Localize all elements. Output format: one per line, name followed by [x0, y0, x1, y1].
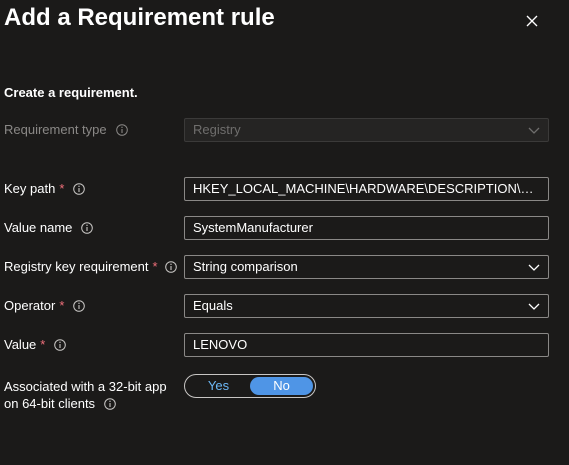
info-icon[interactable]: [81, 221, 94, 234]
panel-subtitle: Create a requirement.: [4, 85, 138, 100]
operator-dropdown[interactable]: Equals: [184, 294, 549, 318]
chevron-down-icon: [528, 303, 540, 310]
required-mark: *: [59, 298, 65, 313]
close-icon: [526, 15, 538, 27]
registry-key-requirement-label: Registry key requirement: [4, 259, 149, 274]
value-row: Value * LENOVO: [0, 333, 569, 357]
value-name-input[interactable]: SystemManufacturer: [184, 216, 549, 240]
value-name-label-group: Value name: [4, 220, 94, 235]
requirement-type-dropdown: Registry: [184, 118, 549, 142]
value-label: Value: [4, 337, 37, 352]
operator-label: Operator: [4, 298, 56, 313]
required-mark: *: [40, 337, 46, 352]
value-name-label: Value name: [4, 220, 73, 235]
key-path-label-group: Key path *: [4, 181, 86, 196]
info-icon[interactable]: [73, 299, 86, 312]
close-button[interactable]: [521, 10, 543, 32]
associated-32bit-label-line2: on 64-bit clients: [4, 396, 96, 411]
toggle-option-no[interactable]: No: [250, 377, 313, 395]
required-mark: *: [59, 181, 65, 196]
operator-row: Operator * Equals: [0, 294, 569, 318]
key-path-input[interactable]: HKEY_LOCAL_MACHINE\HARDWARE\DESCRIPTION\…: [184, 177, 549, 201]
registry-key-requirement-label-group: Registry key requirement *: [4, 259, 177, 274]
toggle-option-yes[interactable]: Yes: [187, 377, 250, 395]
operator-label-group: Operator *: [4, 298, 86, 313]
key-path-row: Key path * HKEY_LOCAL_MACHINE\HARDWARE\D…: [0, 177, 569, 201]
operator-value: Equals: [193, 298, 233, 313]
value-name-row: Value name SystemManufacturer: [0, 216, 569, 240]
registry-key-requirement-value: String comparison: [193, 259, 298, 274]
requirement-type-label: Requirement type: [4, 122, 107, 137]
associated-32bit-label-line1: Associated with a 32-bit app: [4, 379, 167, 394]
add-requirement-rule-panel: Add a Requirement rule Create a requirem…: [0, 0, 569, 465]
key-path-label: Key path: [4, 181, 56, 196]
requirement-type-label-group: Requirement type: [4, 122, 128, 137]
info-icon[interactable]: [115, 123, 128, 136]
panel-title: Add a Requirement rule: [4, 4, 275, 31]
info-icon[interactable]: [104, 397, 116, 410]
info-icon[interactable]: [164, 260, 177, 273]
info-icon[interactable]: [54, 338, 67, 351]
associated-32bit-label-line2-group: on 64-bit clients: [4, 395, 167, 412]
associated-32bit-toggle[interactable]: Yes No: [184, 374, 316, 398]
associated-32bit-label-group: Associated with a 32-bit app on 64-bit c…: [4, 378, 167, 412]
info-icon[interactable]: [73, 182, 86, 195]
chevron-down-icon: [528, 264, 540, 271]
requirement-type-row: Requirement type Registry: [0, 118, 569, 142]
requirement-type-value: Registry: [193, 122, 241, 137]
required-mark: *: [152, 259, 158, 274]
value-input[interactable]: LENOVO: [184, 333, 549, 357]
registry-key-requirement-dropdown[interactable]: String comparison: [184, 255, 549, 279]
value-label-group: Value *: [4, 337, 67, 352]
chevron-down-icon: [528, 127, 540, 134]
registry-key-requirement-row: Registry key requirement * String compar…: [0, 255, 569, 279]
